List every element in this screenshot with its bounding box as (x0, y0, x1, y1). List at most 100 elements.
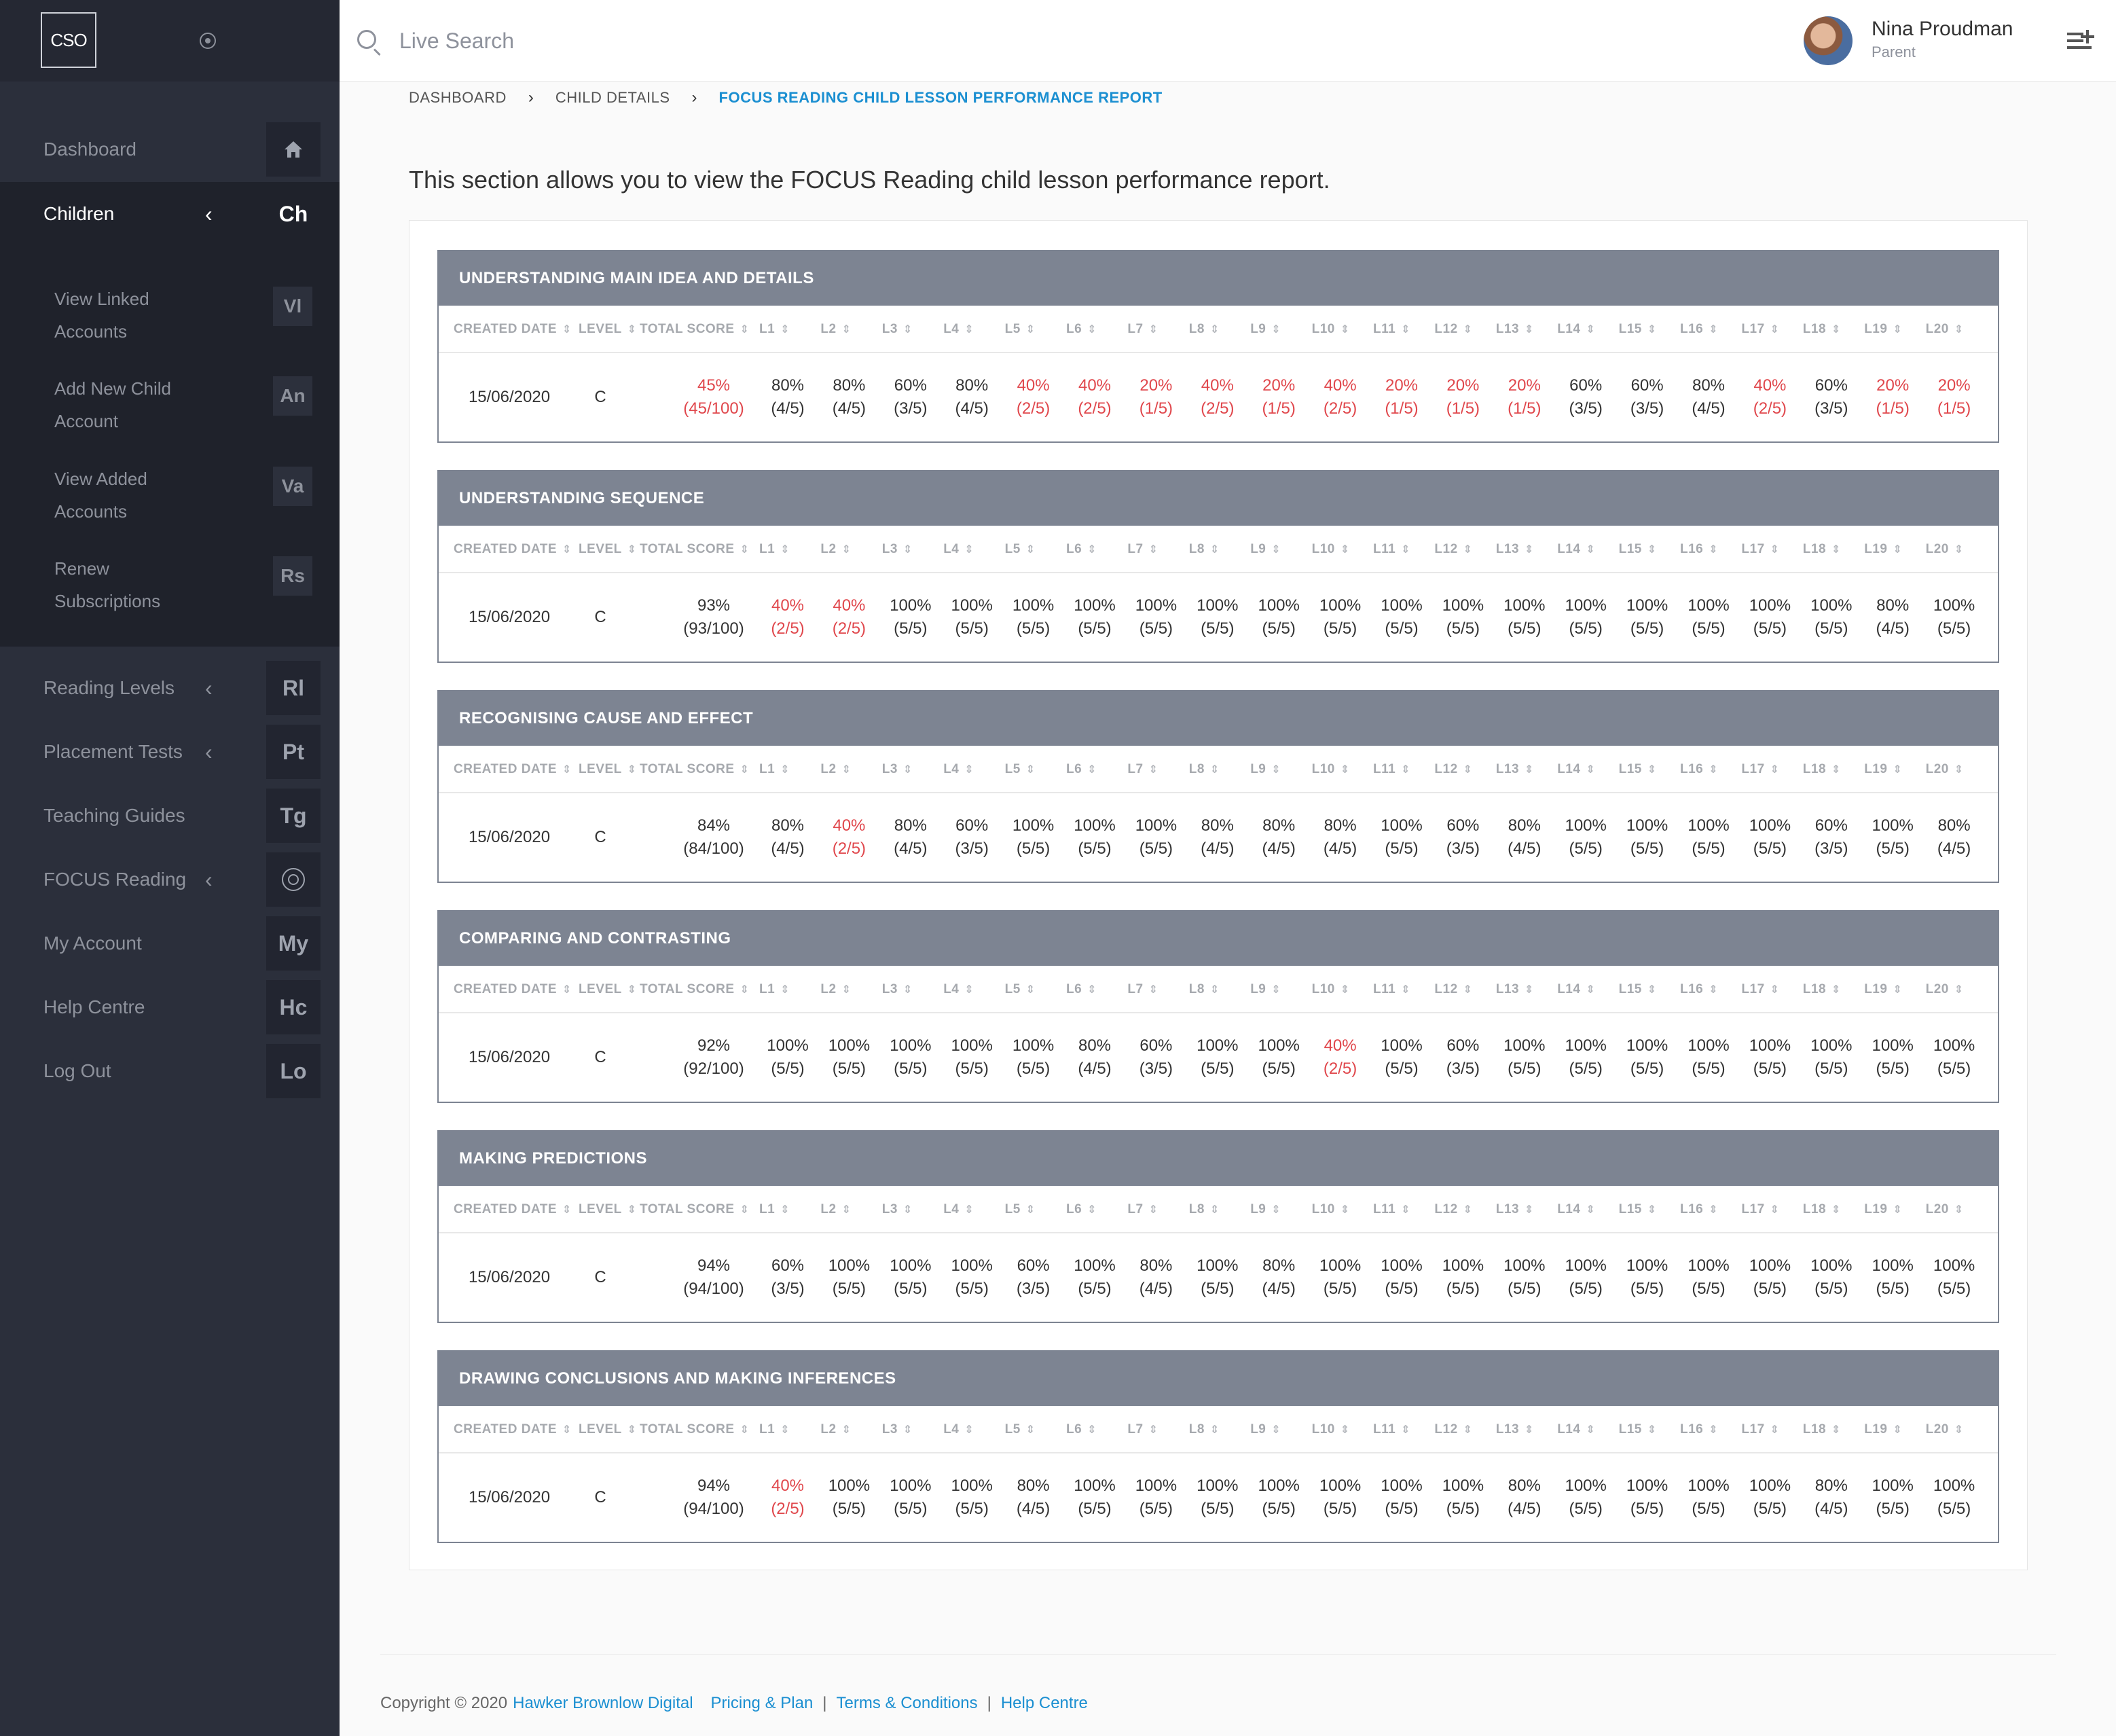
column-header[interactable]: L6 ⇕ (1066, 746, 1127, 793)
column-header[interactable]: L9 ⇕ (1250, 306, 1311, 353)
sidebar-item-teaching-guides[interactable]: Teaching Guides Tg (0, 784, 340, 848)
column-header[interactable]: L16 ⇕ (1680, 1406, 1741, 1453)
column-header[interactable]: L20 ⇕ (1926, 1406, 1987, 1453)
column-header[interactable]: L3 ⇕ (882, 746, 943, 793)
column-header[interactable]: L6 ⇕ (1066, 1186, 1127, 1233)
column-header[interactable]: LEVEL ⇕ (579, 746, 646, 793)
column-header[interactable]: L2 ⇕ (820, 306, 881, 353)
column-header[interactable]: L4 ⇕ (943, 1406, 1004, 1453)
column-header[interactable]: L19 ⇕ (1864, 526, 1925, 573)
column-header[interactable]: L17 ⇕ (1741, 526, 1802, 573)
column-header[interactable]: L18 ⇕ (1803, 1186, 1864, 1233)
column-header[interactable]: L15 ⇕ (1619, 306, 1680, 353)
column-header[interactable]: L7 ⇕ (1127, 526, 1188, 573)
column-header[interactable]: L18 ⇕ (1803, 306, 1864, 353)
help-centre-link[interactable]: Help Centre (1001, 1694, 1088, 1713)
avatar[interactable] (1804, 16, 1853, 65)
column-header[interactable]: L1 ⇕ (759, 1186, 820, 1233)
column-header[interactable]: CREATED DATE ⇕ (454, 1406, 585, 1453)
column-header[interactable]: L5 ⇕ (1005, 746, 1066, 793)
column-header[interactable]: L11 ⇕ (1373, 1186, 1434, 1233)
column-header[interactable]: L15 ⇕ (1619, 1186, 1680, 1233)
column-header[interactable]: L1 ⇕ (759, 526, 820, 573)
column-header[interactable]: L20 ⇕ (1926, 746, 1987, 793)
column-header[interactable]: L12 ⇕ (1434, 1186, 1495, 1233)
column-header[interactable]: L12 ⇕ (1434, 306, 1495, 353)
company-link[interactable]: Hawker Brownlow Digital (513, 1694, 693, 1713)
column-header[interactable]: L3 ⇕ (882, 526, 943, 573)
sidebar-item-reading-levels[interactable]: Reading Levels ‹ Rl (0, 656, 340, 720)
column-header[interactable]: L7 ⇕ (1127, 746, 1188, 793)
column-header[interactable]: L1 ⇕ (759, 306, 820, 353)
column-header[interactable]: L13 ⇕ (1496, 966, 1557, 1013)
column-header[interactable]: L19 ⇕ (1864, 1186, 1925, 1233)
column-header[interactable]: L14 ⇕ (1557, 966, 1618, 1013)
column-header[interactable]: L13 ⇕ (1496, 746, 1557, 793)
column-header[interactable]: L18 ⇕ (1803, 1406, 1864, 1453)
column-header[interactable]: L8 ⇕ (1189, 526, 1250, 573)
column-header[interactable]: L5 ⇕ (1005, 966, 1066, 1013)
column-header[interactable]: L3 ⇕ (882, 1186, 943, 1233)
sidebar-item-focus-reading[interactable]: FOCUS Reading ‹ (0, 848, 340, 911)
column-header[interactable]: L14 ⇕ (1557, 306, 1618, 353)
breadcrumb-dashboard[interactable]: DASHBOARD (409, 89, 507, 107)
column-header[interactable]: TOTAL SCORE ⇕ (640, 966, 751, 1013)
column-header[interactable]: LEVEL ⇕ (579, 306, 646, 353)
add-user-icon[interactable] (2067, 30, 2094, 52)
column-header[interactable]: L14 ⇕ (1557, 526, 1618, 573)
column-header[interactable]: LEVEL ⇕ (579, 1406, 646, 1453)
column-header[interactable]: L6 ⇕ (1066, 306, 1127, 353)
column-header[interactable]: L1 ⇕ (759, 746, 820, 793)
column-header[interactable]: L18 ⇕ (1803, 966, 1864, 1013)
column-header[interactable]: L9 ⇕ (1250, 1406, 1311, 1453)
column-header[interactable]: L20 ⇕ (1926, 306, 1987, 353)
column-header[interactable]: L15 ⇕ (1619, 526, 1680, 573)
column-header[interactable]: L16 ⇕ (1680, 966, 1741, 1013)
column-header[interactable]: TOTAL SCORE ⇕ (640, 746, 751, 793)
search-input[interactable] (399, 24, 807, 57)
column-header[interactable]: LEVEL ⇕ (579, 966, 646, 1013)
column-header[interactable]: L2 ⇕ (820, 746, 881, 793)
column-header[interactable]: L8 ⇕ (1189, 306, 1250, 353)
column-header[interactable]: L5 ⇕ (1005, 526, 1066, 573)
column-header[interactable]: L8 ⇕ (1189, 1186, 1250, 1233)
column-header[interactable]: L5 ⇕ (1005, 306, 1066, 353)
sidebar-item-my-account[interactable]: My Account My (0, 911, 340, 975)
column-header[interactable]: L13 ⇕ (1496, 526, 1557, 573)
column-header[interactable]: L11 ⇕ (1373, 1406, 1434, 1453)
column-header[interactable]: L9 ⇕ (1250, 526, 1311, 573)
column-header[interactable]: TOTAL SCORE ⇕ (640, 1186, 751, 1233)
column-header[interactable]: L12 ⇕ (1434, 966, 1495, 1013)
column-header[interactable]: L6 ⇕ (1066, 1406, 1127, 1453)
column-header[interactable]: L19 ⇕ (1864, 306, 1925, 353)
column-header[interactable]: CREATED DATE ⇕ (454, 306, 585, 353)
sidebar-item-placement-tests[interactable]: Placement Tests ‹ Pt (0, 720, 340, 784)
column-header[interactable]: L11 ⇕ (1373, 526, 1434, 573)
column-header[interactable]: CREATED DATE ⇕ (454, 526, 585, 573)
sidebar-sub-view-added-accounts[interactable]: View Added Accounts Va (0, 463, 340, 551)
column-header[interactable]: L2 ⇕ (820, 526, 881, 573)
column-header[interactable]: L20 ⇕ (1926, 526, 1987, 573)
column-header[interactable]: L10 ⇕ (1312, 306, 1373, 353)
column-header[interactable]: L12 ⇕ (1434, 746, 1495, 793)
column-header[interactable]: L2 ⇕ (820, 1406, 881, 1453)
column-header[interactable]: L13 ⇕ (1496, 1186, 1557, 1233)
column-header[interactable]: L7 ⇕ (1127, 306, 1188, 353)
column-header[interactable]: TOTAL SCORE ⇕ (640, 526, 751, 573)
terms-link[interactable]: Terms & Conditions (837, 1694, 978, 1713)
column-header[interactable]: L13 ⇕ (1496, 306, 1557, 353)
sidebar-item-log-out[interactable]: Log Out Lo (0, 1039, 340, 1103)
brand-logo[interactable]: CSO (41, 12, 96, 68)
column-header[interactable]: L17 ⇕ (1741, 746, 1802, 793)
column-header[interactable]: L20 ⇕ (1926, 1186, 1987, 1233)
column-header[interactable]: L17 ⇕ (1741, 1186, 1802, 1233)
column-header[interactable]: L2 ⇕ (820, 966, 881, 1013)
sidebar-item-dashboard[interactable]: Dashboard (0, 117, 340, 181)
column-header[interactable]: L5 ⇕ (1005, 1186, 1066, 1233)
column-header[interactable]: LEVEL ⇕ (579, 526, 646, 573)
column-header[interactable]: L3 ⇕ (882, 966, 943, 1013)
column-header[interactable]: L7 ⇕ (1127, 1186, 1188, 1233)
column-header[interactable]: L2 ⇕ (820, 1186, 881, 1233)
sidebar-item-children[interactable]: Children ‹ Ch (0, 182, 340, 246)
column-header[interactable]: L12 ⇕ (1434, 526, 1495, 573)
